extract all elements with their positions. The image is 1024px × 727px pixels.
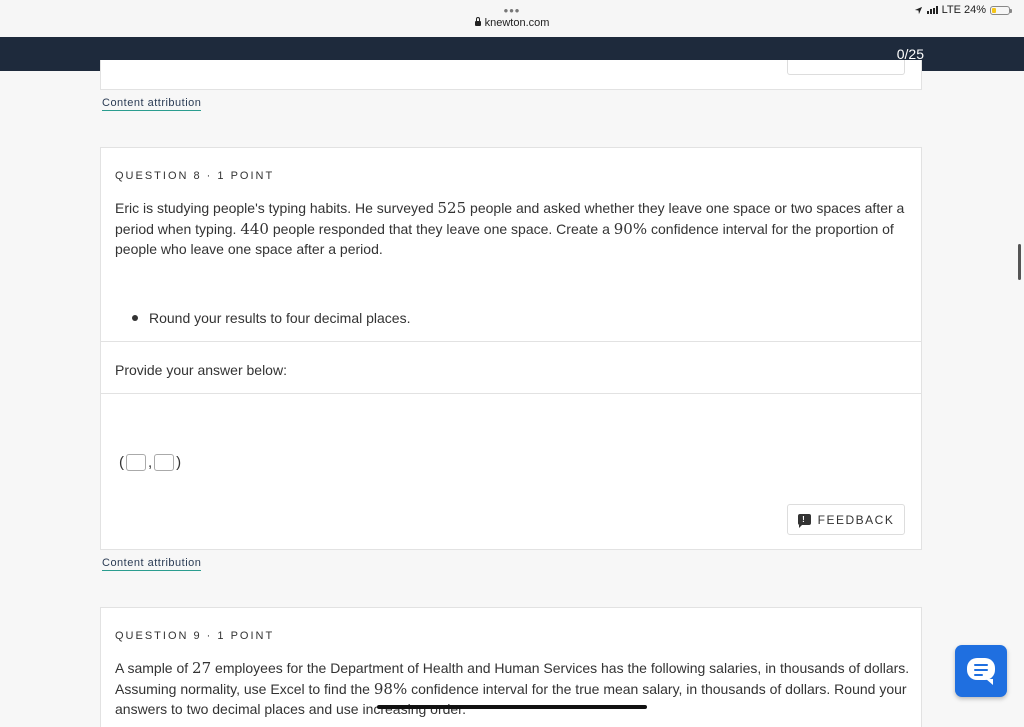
question-text: A sample of 27 employees for the Departm…: [115, 659, 910, 717]
question-heading: QUESTION 9 · 1 POINT: [115, 630, 275, 642]
url-text: knewton.com: [484, 17, 550, 29]
status-text: LTE 24%: [941, 4, 986, 16]
question-9-card: QUESTION 9 · 1 POINT A sample of 27 empl…: [100, 607, 922, 727]
chat-button[interactable]: [955, 645, 1007, 697]
instruction-bullet: Round your results to four decimal place…: [132, 310, 410, 326]
provide-answer-label: Provide your answer below:: [115, 362, 287, 378]
lower-bound-input[interactable]: [126, 454, 146, 471]
page-scrollbar[interactable]: [1018, 244, 1021, 280]
previous-feedback-button[interactable]: [787, 60, 905, 75]
chat-icon: [967, 658, 995, 685]
close-paren: ): [176, 454, 182, 471]
browser-status-bar: ••• knewton.com LTE 24%: [0, 0, 1024, 37]
comma-separator: ,: [148, 454, 153, 471]
location-arrow-icon: [914, 6, 922, 14]
system-status: LTE 24%: [914, 4, 1012, 16]
upper-bound-input[interactable]: [154, 454, 175, 471]
divider: [101, 341, 921, 342]
interval-answer: ( , ): [119, 454, 181, 471]
question-8-card: QUESTION 8 · 1 POINT Eric is studying pe…: [100, 147, 922, 550]
content-attribution-link[interactable]: Content attribution: [102, 557, 202, 571]
browser-menu-dots[interactable]: •••: [0, 3, 1024, 18]
open-paren: (: [119, 454, 124, 471]
feedback-label: FEEDBACK: [817, 512, 895, 527]
address-bar[interactable]: knewton.com: [0, 17, 1024, 29]
divider: [101, 393, 921, 394]
content-attribution-link[interactable]: Content attribution: [102, 97, 202, 111]
home-indicator[interactable]: [377, 705, 647, 709]
bullet-dot: [132, 315, 138, 321]
previous-question-card: [100, 60, 922, 90]
signal-icon: [926, 6, 938, 14]
feedback-icon: !: [797, 514, 811, 528]
battery-icon: [990, 5, 1012, 15]
question-text: Eric is studying people's typing habits.…: [115, 199, 905, 257]
lock-icon: [474, 17, 481, 26]
feedback-button[interactable]: ! FEEDBACK: [787, 504, 905, 535]
question-heading: QUESTION 8 · 1 POINT: [115, 170, 275, 182]
